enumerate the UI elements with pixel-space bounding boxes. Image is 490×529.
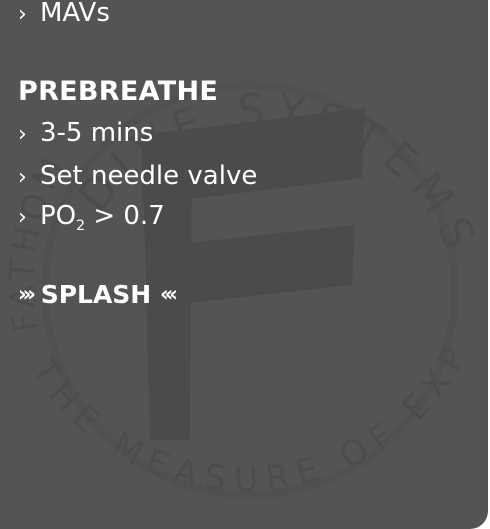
chevron-right-icon: › [18,205,27,230]
section-heading: PREBREATHE [18,76,219,107]
list-item: › MAVs [18,0,110,31]
list-item: › Set needle valve [18,160,257,194]
splash-text: SPLASH [40,280,152,309]
splash-label: ››› SPLASH ‹‹‹ [18,280,178,309]
po2-prefix: PO [40,201,77,231]
chevron-right-icon: › [18,122,27,147]
list-item-label: MAVs [40,0,110,28]
po2-suffix: > 0.7 [85,201,165,231]
chevron-right-icon: › [18,165,27,190]
list-item: › PO2 > 0.7 [18,200,165,234]
checklist-content: › MAVs PREBREATHE › 3-5 mins › Set needle v… [18,0,488,529]
chevron-right-icon: › [18,2,27,27]
list-item-label: Set needle valve [40,161,258,191]
triple-chevron-left-icon: ‹‹‹ [159,282,178,306]
list-item-label: 3-5 mins [40,118,154,148]
checklist-card: DIVE SYSTEMS THE MEASURE OF EXPLORATION … [0,0,488,529]
list-item: › 3-5 mins [18,117,153,151]
po2-subscript: 2 [76,218,86,234]
triple-chevron-right-icon: ››› [18,282,36,306]
